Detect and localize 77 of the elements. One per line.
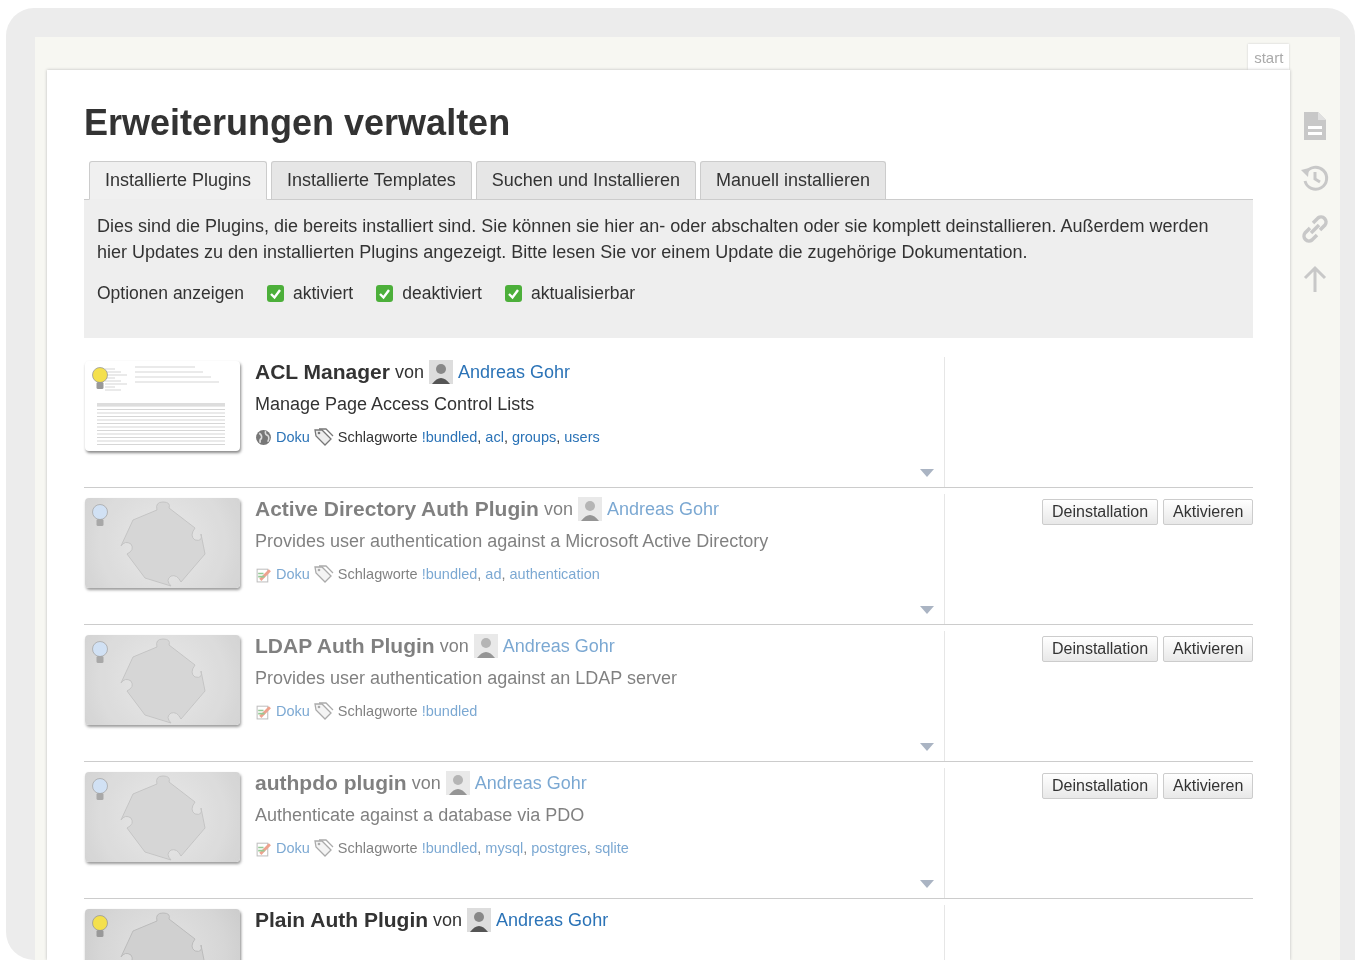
option-checkbox[interactable]: aktiviert xyxy=(266,283,354,304)
doku-link[interactable]: Doku xyxy=(276,566,310,582)
avatar-icon xyxy=(445,771,470,795)
by-label: von xyxy=(411,772,441,794)
tag-link[interactable]: postgres xyxy=(531,840,587,856)
tag-link[interactable]: acl xyxy=(485,429,504,445)
tags-label: Schlagworte xyxy=(337,703,418,719)
tag-separator: , xyxy=(477,840,482,856)
tag-separator: , xyxy=(477,566,482,582)
plugin-name: Plain Auth Plugin xyxy=(255,908,429,932)
author-link[interactable]: Andreas Gohr xyxy=(458,361,571,383)
tag-separator: , xyxy=(586,840,591,856)
tag-icon xyxy=(313,565,334,583)
tags-label: Schlagworte xyxy=(337,840,418,856)
activate-button[interactable]: Aktivieren xyxy=(1163,773,1254,799)
avatar-icon xyxy=(429,360,453,384)
author-link[interactable]: Andreas Gohr xyxy=(606,498,720,520)
expand-arrow-icon[interactable] xyxy=(920,469,935,477)
avatar-icon xyxy=(577,497,602,521)
option-checkbox[interactable]: aktualisierbar xyxy=(505,283,636,304)
uninstall-button[interactable]: Deinstallation xyxy=(1042,636,1159,662)
by-label: von xyxy=(543,498,573,520)
avatar-icon xyxy=(467,908,492,932)
plugin-name: ACL Manager xyxy=(255,360,390,384)
expand-arrow-icon[interactable] xyxy=(920,743,935,751)
tags-label: Schlagworte xyxy=(337,566,418,582)
tag-icon xyxy=(313,428,334,446)
tab[interactable]: Manuell installieren xyxy=(699,161,887,199)
tab[interactable]: Suchen und Installieren xyxy=(475,161,696,199)
options-label: Optionen anzeigen xyxy=(97,283,244,304)
link-icon[interactable] xyxy=(1301,214,1330,244)
doku-link[interactable]: Doku xyxy=(276,429,310,445)
tag-link[interactable]: ad xyxy=(485,566,502,582)
tag-link[interactable]: users xyxy=(564,429,600,445)
activate-button[interactable]: Aktivieren xyxy=(1163,636,1254,662)
author-link[interactable]: Andreas Gohr xyxy=(496,909,609,931)
activate-button[interactable]: Aktivieren xyxy=(1163,499,1254,525)
by-label: von xyxy=(439,635,469,657)
plugin-description: Provides user authentication against an LDAP server xyxy=(255,668,678,689)
uninstall-button[interactable]: Deinstallation xyxy=(1042,499,1159,525)
globe-icon xyxy=(255,428,272,446)
arrow-up-icon[interactable] xyxy=(1302,265,1329,293)
checkbox-icon[interactable] xyxy=(505,285,522,302)
avatar-icon xyxy=(473,634,498,658)
plugin-name: LDAP Auth Plugin xyxy=(255,634,435,658)
tab[interactable]: Installierte Plugins xyxy=(89,161,268,200)
puzzle-piece-icon xyxy=(120,638,206,724)
checkbox-icon[interactable] xyxy=(376,285,394,302)
tag-separator: , xyxy=(556,429,561,445)
expand-arrow-icon[interactable] xyxy=(920,880,935,888)
tag-separator: , xyxy=(477,429,482,445)
by-label: von xyxy=(433,909,463,931)
doku-link[interactable]: Doku xyxy=(276,840,310,856)
plugin-name: authpdo plugin xyxy=(255,771,407,795)
uninstall-button[interactable]: Deinstallation xyxy=(1042,773,1159,799)
plugin-description: Manage Page Access Control Lists xyxy=(255,394,536,415)
tags-label: Schlagworte xyxy=(337,429,418,445)
intro-text: Dies sind die Plugins, die bereits installiert sind. Sie können sie hier an- oder abschalten oder sie komplett deinstallieren. Außerdem werden hier Updates zu den installierten Plugins angezeigt. Bitte lesen Sie vor einem Update die zugehörige Dokumentation. xyxy=(97,215,1210,264)
page-title: Erweiterungen verwalten xyxy=(84,102,512,144)
tag-separator: , xyxy=(503,429,508,445)
tag-icon xyxy=(313,839,334,857)
plugin-name: Active Directory Auth Plugin xyxy=(255,497,539,521)
puzzle-piece-icon xyxy=(120,501,206,587)
plugin-description: Authenticate against a database via PDO xyxy=(255,805,586,826)
tag-separator: , xyxy=(501,566,506,582)
history-icon[interactable] xyxy=(1300,163,1331,193)
by-label: von xyxy=(395,361,424,383)
doku-link[interactable]: Doku xyxy=(276,703,310,719)
plugin-description: Provides user authentication against a Microsoft Active Directory xyxy=(255,531,770,552)
tag-icon xyxy=(313,702,334,720)
expand-arrow-icon[interactable] xyxy=(920,606,935,614)
tab[interactable]: Installierte Templates xyxy=(271,161,472,199)
checkbox-icon[interactable] xyxy=(266,285,284,302)
option-checkbox[interactable]: deaktiviert xyxy=(376,283,482,304)
page-icon[interactable] xyxy=(1302,110,1329,142)
puzzle-piece-icon xyxy=(120,775,206,861)
tag-separator: , xyxy=(523,840,528,856)
